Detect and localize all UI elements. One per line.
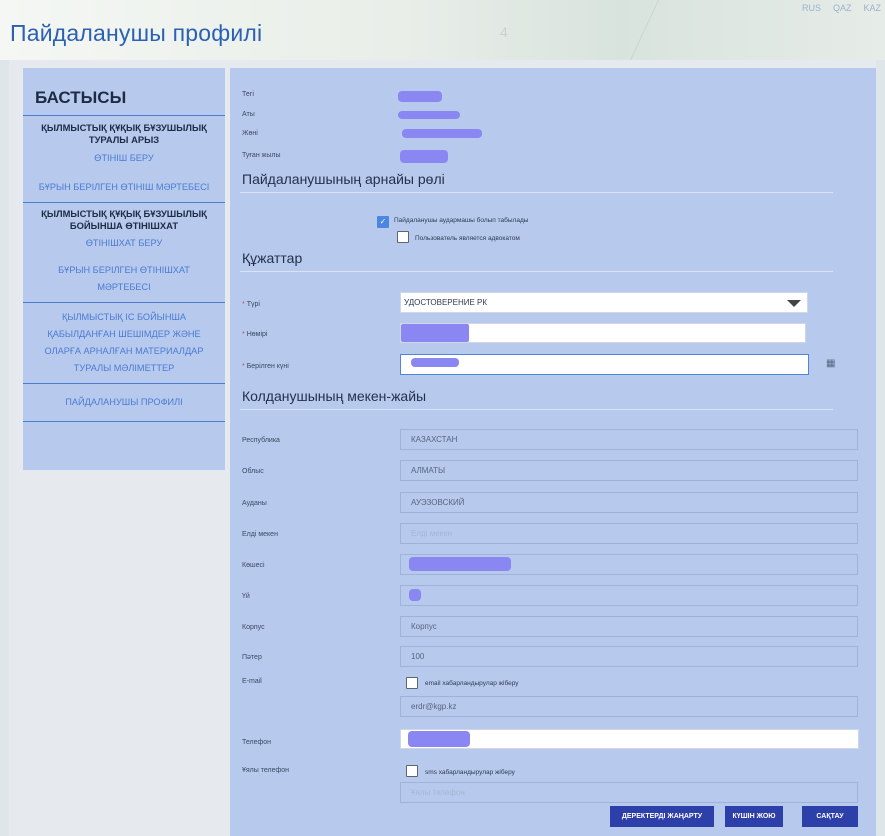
district-field[interactable]: АУЭЗОВСКИЙ	[400, 492, 858, 513]
republic-label: Республика	[242, 437, 280, 444]
sidebar-item-petition-status[interactable]: БҰРЫН БЕРІЛГЕН ӨТІНІШХАТ МӘРТЕБЕСІ	[23, 262, 225, 296]
building-label: Корпус	[242, 624, 265, 631]
sidebar-item-submit-petition[interactable]: ӨТІНІШХАТ БЕРУ	[23, 235, 225, 252]
sidebar-heading[interactable]: БАСТЫСЫ	[35, 88, 225, 108]
settlement-field[interactable]: Елді мекен	[400, 523, 858, 544]
phone-input[interactable]	[400, 729, 859, 749]
phone-label: Телефон	[242, 739, 272, 746]
email-field[interactable]: erdr@kgp.kz	[400, 696, 858, 717]
email-notify-checkbox[interactable]	[406, 677, 418, 689]
patronymic-redacted	[402, 129, 482, 138]
house-label: Үй	[242, 593, 250, 600]
mobile-field[interactable]: Ұялы телефон	[400, 782, 858, 803]
required-mark: *	[242, 331, 245, 338]
house-redacted	[409, 589, 421, 601]
sidebar-section-petition: ҚЫЛМЫСТЫҚ ҚҰҚЫҚ БҰЗУШЫЛЫҚ БОЙЫНША ӨТІНІШ…	[41, 208, 207, 231]
sidebar-item-profile[interactable]: ПАЙДАЛАНУШЫ ПРОФИЛІ	[23, 394, 225, 411]
refresh-data-button[interactable]: ДЕРЕКТЕРДІ ЖАҢАРТУ	[610, 806, 714, 827]
mobile-label: Ұялы телефон	[242, 767, 290, 774]
divider	[23, 421, 225, 422]
page-title: Пайдаланушы профилі	[10, 20, 263, 46]
language-switcher: RUS QAZ KAZ	[802, 3, 881, 13]
lang-kaz[interactable]: KAZ	[863, 3, 881, 13]
issue-date-redacted	[411, 358, 459, 367]
divider	[23, 302, 225, 303]
doc-type-select[interactable]: УДОСТОВЕРЕНИЕ РК	[400, 292, 808, 313]
lang-qaz[interactable]: QAZ	[833, 3, 852, 13]
divider	[240, 192, 833, 193]
issue-date-label: * Берілген күні	[242, 363, 289, 370]
doc-type-label: * Түрі	[242, 301, 260, 308]
sms-notify-label: sms хабарландырулар жіберу	[425, 769, 515, 776]
name-label: Аты	[242, 111, 255, 118]
required-mark: *	[242, 301, 245, 308]
address-section-title: Колданушының мекен-жайы	[242, 388, 427, 404]
surname-label: Тегі	[242, 91, 254, 98]
building-field[interactable]: Корпус	[400, 616, 858, 637]
divider	[240, 271, 833, 272]
region-field[interactable]: АЛМАТЫ	[400, 460, 858, 481]
lang-rus[interactable]: RUS	[802, 3, 821, 13]
divider	[23, 202, 225, 203]
translator-checkbox[interactable]: ✓	[377, 216, 389, 228]
sidebar-section-complaint: ҚЫЛМЫСТЫҚ ҚҰҚЫҚ БҰЗУШЫЛЫҚ ТУРАЛЫ АРЫЗ	[41, 122, 207, 145]
street-field[interactable]	[400, 554, 858, 575]
house-field[interactable]	[400, 585, 858, 606]
region-label: Облыс	[242, 468, 264, 475]
documents-section-title: Құжаттар	[242, 250, 303, 266]
sidebar-item-complaint-status[interactable]: БҰРЫН БЕРІЛГЕН ӨТІНІШ МӘРТЕБЕСІ	[23, 179, 225, 196]
lawyer-label: Пользователь является адвокатом	[415, 235, 520, 242]
issue-date-input[interactable]	[400, 354, 809, 375]
divider	[240, 409, 833, 410]
email-notify-label: email хабарландырулар жіберу	[425, 680, 519, 687]
birth-year-label: Туған жылы	[242, 152, 281, 159]
banner-decoration-mark: 4	[500, 24, 508, 40]
profile-form: Тегі Аты Жөні Туған жылы Пайдаланушының …	[230, 68, 876, 836]
settlement-label: Елді мекен	[242, 531, 278, 538]
checkmark-icon: ✓	[379, 217, 387, 226]
email-label: E-mail	[242, 678, 262, 685]
street-label: Көшесі	[242, 562, 265, 569]
content-container: БАСТЫСЫ ҚЫЛМЫСТЫҚ ҚҰҚЫҚ БҰЗУШЫЛЫҚ ТУРАЛЫ…	[9, 60, 876, 836]
doc-type-value: УДОСТОВЕРЕНИЕ РК	[404, 298, 488, 307]
required-mark: *	[242, 363, 245, 370]
name-redacted	[398, 111, 460, 119]
republic-field[interactable]: КАЗАХСТАН	[400, 429, 858, 450]
top-banner: 4 Пайдаланушы профилі RUS QAZ KAZ	[0, 0, 885, 60]
issue-date-label-text: Берілген күні	[246, 363, 289, 370]
chevron-down-icon	[787, 300, 801, 307]
patronymic-label: Жөні	[242, 130, 258, 137]
surname-redacted	[398, 91, 442, 102]
doc-number-label: * Нөмірі	[242, 331, 267, 338]
translator-label: Пайдаланушы аудармашы болып табылады	[394, 217, 529, 224]
role-section-title: Пайдаланушының арнайы рөлі	[242, 171, 445, 187]
sidebar-item-submit-complaint[interactable]: ӨТІНІШ БЕРУ	[23, 150, 225, 167]
banner-decoration	[630, 0, 819, 60]
phone-redacted	[408, 731, 470, 747]
save-button[interactable]: САҚТАУ	[802, 806, 858, 827]
birth-year-redacted	[400, 150, 448, 163]
doc-number-redacted	[401, 324, 469, 342]
sidebar: БАСТЫСЫ ҚЫЛМЫСТЫҚ ҚҰҚЫҚ БҰЗУШЫЛЫҚ ТУРАЛЫ…	[23, 68, 225, 470]
cancel-button[interactable]: КҮШІН ЖОЮ	[725, 806, 783, 827]
divider	[23, 383, 225, 384]
street-redacted	[409, 557, 511, 571]
district-label: Ауданы	[242, 500, 267, 507]
doc-number-label-text: Нөмірі	[246, 331, 268, 338]
calendar-icon[interactable]: ▦	[826, 358, 835, 369]
sidebar-item-decisions[interactable]: ҚЫЛМЫСТЫҚ ІС БОЙЫНША ҚАБЫЛДАНҒАН ШЕШІМДЕ…	[23, 309, 225, 377]
sms-notify-checkbox[interactable]	[406, 765, 418, 777]
doc-type-label-text: Түрі	[246, 301, 260, 308]
lawyer-checkbox[interactable]	[397, 231, 409, 243]
doc-number-input[interactable]	[400, 323, 806, 343]
divider	[23, 115, 225, 116]
apartment-label: Пәтер	[242, 654, 262, 661]
apartment-field[interactable]: 100	[400, 646, 858, 667]
